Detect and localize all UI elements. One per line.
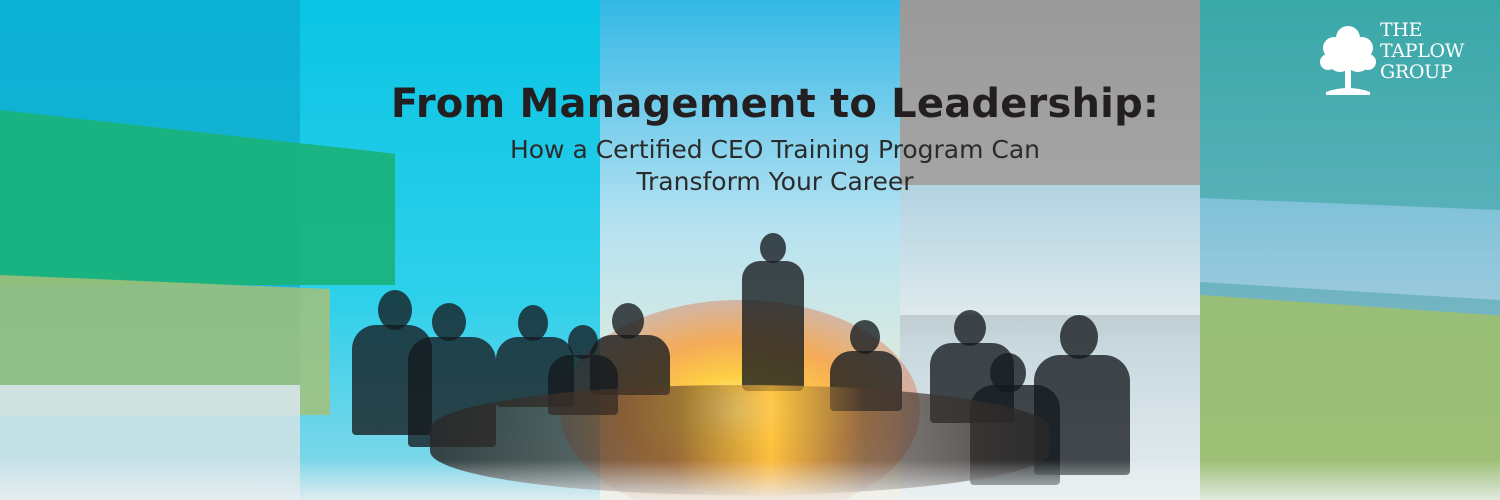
person-head: [954, 310, 986, 346]
tree-icon: [1320, 26, 1376, 95]
person-head: [612, 303, 644, 339]
person-head: [518, 305, 548, 341]
meeting-silhouette-image: [290, 225, 1190, 500]
presenter-body: [742, 261, 804, 391]
subtitle-line-1: How a Certified CEO Training Program Can: [509, 135, 1041, 164]
logo-line-1: THE: [1380, 19, 1423, 41]
person-body: [1034, 355, 1130, 475]
headline-block: From Management to Leadership: How a Cer…: [0, 78, 1500, 198]
banner-subtitle: How a Certified CEO Training Program Can…: [0, 134, 1500, 198]
banner-title: From Management to Leadership:: [390, 81, 1160, 127]
taplow-group-logo[interactable]: THE TAPLOW GROUP: [1318, 18, 1488, 98]
person-head: [432, 303, 466, 341]
person-head: [850, 320, 880, 354]
person-head: [1060, 315, 1098, 359]
logo-line-2: TAPLOW: [1380, 40, 1465, 62]
person-head: [378, 290, 412, 330]
subtitle-line-2: Transform Your Career: [636, 167, 914, 196]
logo-wordmark: THE TAPLOW GROUP: [1380, 20, 1464, 83]
bottom-fade: [0, 460, 1500, 500]
hero-banner: From Management to Leadership: How a Cer…: [0, 0, 1500, 500]
logo-line-3: GROUP: [1380, 61, 1453, 83]
presenter-head: [760, 233, 786, 263]
